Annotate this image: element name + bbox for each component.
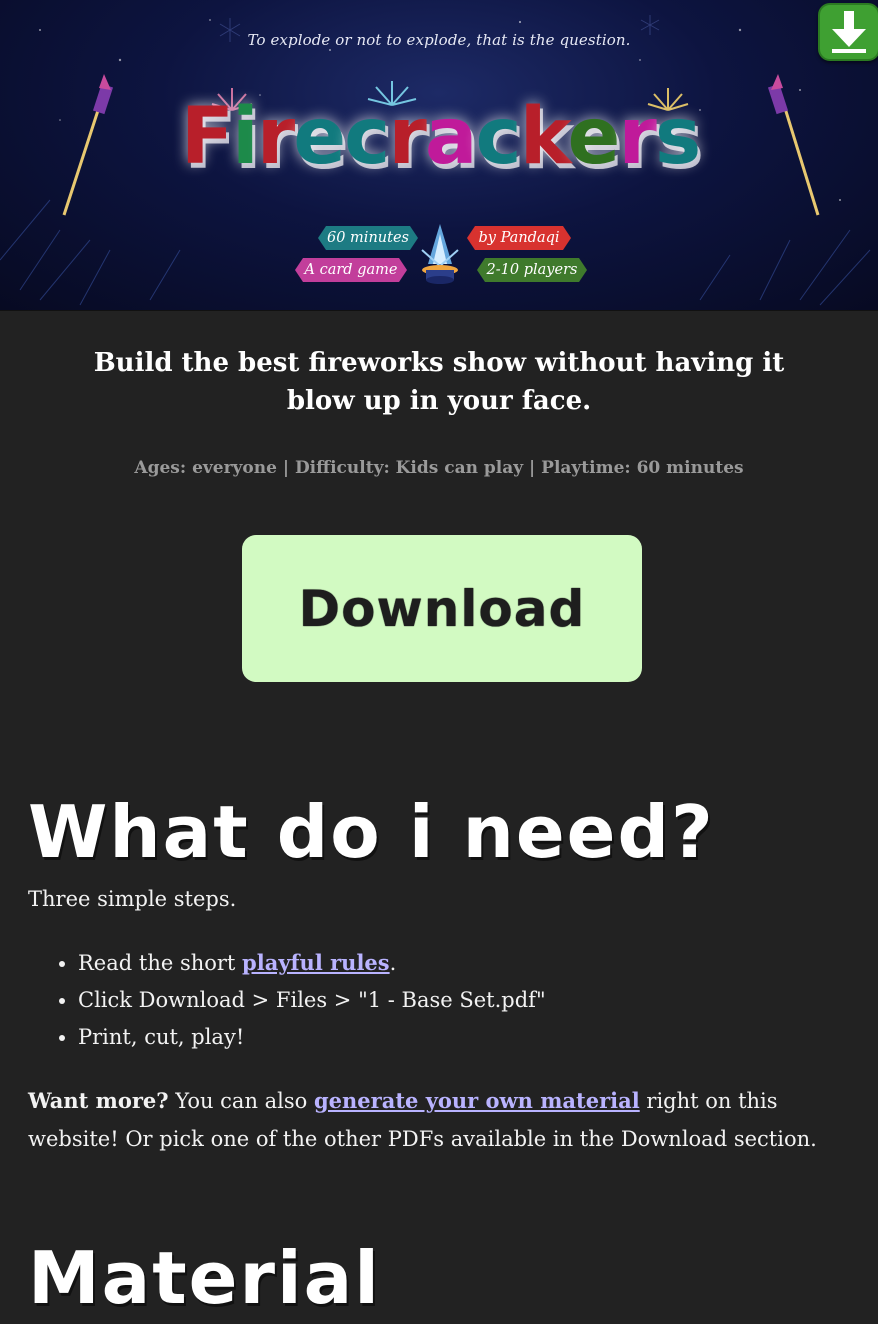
list-item: Print, cut, play!: [78, 1019, 878, 1056]
want-more-label: Want more?: [28, 1088, 169, 1113]
download-button-label: Download: [298, 579, 586, 638]
tagline: To explode or not to explode, that is th…: [247, 31, 631, 49]
generate-material-link[interactable]: generate your own material: [314, 1088, 640, 1113]
want-more-paragraph: Want more? You can also generate your ow…: [28, 1088, 817, 1151]
heading-material: Material: [28, 1236, 381, 1320]
intro-line-1: Build the best fireworks show without ha…: [93, 348, 785, 378]
header-banner: To explode or not to explode, that is th…: [0, 0, 878, 311]
game-logo: Firecrackers: [55, 70, 825, 220]
tag-card-game: A card game: [295, 258, 407, 282]
download-arrow-icon: [832, 11, 866, 53]
steps-subtitle: Three simple steps.: [28, 887, 237, 911]
intro-text: Build the best fireworks show without ha…: [0, 344, 878, 420]
list-item: Read the short playful rules.: [78, 944, 878, 982]
download-button[interactable]: Download: [242, 535, 642, 682]
list-item: Click Download > Files > "1 - Base Set.p…: [78, 982, 878, 1019]
steps-list: Read the short playful rules. Click Down…: [28, 944, 878, 1056]
tag-players: 2-10 players: [477, 258, 587, 282]
corner-download-button[interactable]: [818, 3, 878, 61]
logo-title: Firecrackers: [180, 92, 702, 182]
tag-minutes: 60 minutes: [318, 226, 418, 250]
tag-author: by Pandaqi: [467, 226, 571, 250]
playful-rules-link[interactable]: playful rules: [242, 950, 390, 975]
game-meta: Ages: everyone | Difficulty: Kids can pl…: [134, 458, 744, 478]
intro-line-2: blow up in your face.: [286, 386, 592, 416]
firework-fountain-icon: [421, 224, 459, 284]
heading-what-do-i-need: What do i need?: [28, 790, 715, 874]
